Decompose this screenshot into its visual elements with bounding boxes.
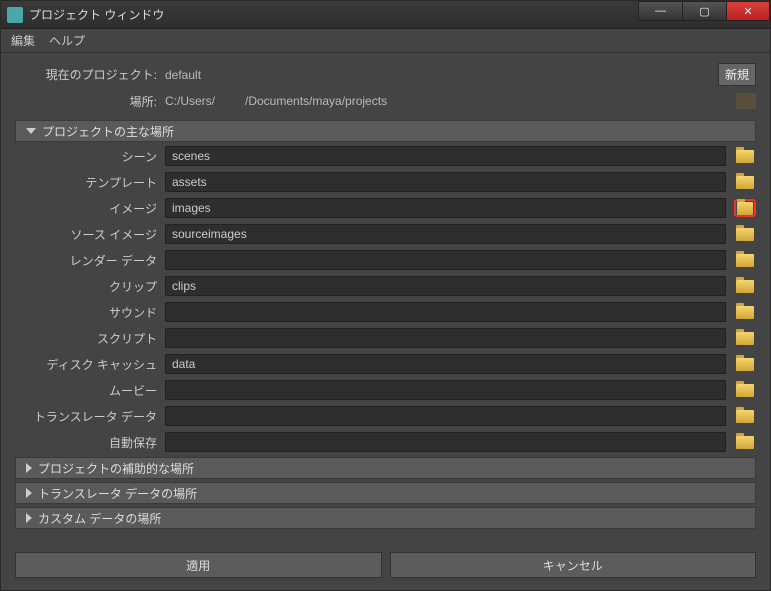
field-input[interactable] — [165, 302, 726, 322]
menubar: 編集 ヘルプ — [1, 29, 770, 53]
field-label: スクリプト — [15, 330, 165, 347]
chevron-down-icon — [26, 128, 36, 134]
field-row: スクリプト — [15, 327, 756, 349]
location-label: 場所: — [15, 93, 165, 110]
folder-icon — [736, 410, 754, 423]
field-input[interactable] — [165, 250, 726, 270]
field-input[interactable] — [165, 380, 726, 400]
folder-icon — [736, 384, 754, 397]
field-label: ムービー — [15, 382, 165, 399]
field-row: サウンド — [15, 301, 756, 323]
section-custom-label: カスタム データの場所 — [38, 510, 161, 527]
field-label: ディスク キャッシュ — [15, 356, 165, 373]
field-row: クリップ — [15, 275, 756, 297]
browse-folder-button[interactable] — [734, 329, 756, 347]
section-translator-label: トランスレータ データの場所 — [38, 485, 197, 502]
chevron-right-icon — [26, 463, 32, 473]
browse-folder-button[interactable] — [734, 355, 756, 373]
field-input[interactable] — [165, 328, 726, 348]
field-input[interactable] — [165, 224, 726, 244]
browse-folder-button[interactable] — [734, 303, 756, 321]
field-row: トランスレータ データ — [15, 405, 756, 427]
titlebar: プロジェクト ウィンドウ — ▢ ✕ — [1, 1, 770, 29]
chevron-right-icon — [26, 513, 32, 523]
browse-folder-button[interactable] — [734, 173, 756, 191]
field-label: シーン — [15, 148, 165, 165]
field-input[interactable] — [165, 406, 726, 426]
content-area: 現在のプロジェクト: default 新規 場所: C:/Users/ /Doc… — [1, 53, 770, 540]
new-project-button[interactable]: 新規 — [718, 63, 756, 86]
folder-icon — [736, 358, 754, 371]
window-title: プロジェクト ウィンドウ — [29, 6, 164, 23]
field-row: ムービー — [15, 379, 756, 401]
field-row: ソース イメージ — [15, 223, 756, 245]
folder-icon — [736, 436, 754, 449]
browse-folder-button[interactable] — [734, 199, 756, 217]
field-row: テンプレート — [15, 171, 756, 193]
field-label: クリップ — [15, 278, 165, 295]
menu-help[interactable]: ヘルプ — [49, 32, 85, 49]
field-row: レンダー データ — [15, 249, 756, 271]
primary-fields: シーンテンプレートイメージソース イメージレンダー データクリップサウンドスクリ… — [15, 145, 756, 457]
browse-folder-button[interactable] — [734, 225, 756, 243]
project-window: プロジェクト ウィンドウ — ▢ ✕ 編集 ヘルプ 現在のプロジェクト: def… — [0, 0, 771, 591]
folder-icon — [736, 176, 754, 189]
browse-folder-button[interactable] — [734, 277, 756, 295]
close-button[interactable]: ✕ — [726, 1, 770, 21]
folder-icon — [736, 306, 754, 319]
field-label: レンダー データ — [15, 252, 165, 269]
field-input[interactable] — [165, 432, 726, 452]
current-project-label: 現在のプロジェクト: — [15, 66, 165, 83]
folder-icon — [736, 150, 754, 163]
field-input[interactable] — [165, 276, 726, 296]
maximize-button[interactable]: ▢ — [682, 1, 726, 21]
folder-icon — [736, 332, 754, 345]
field-label: サウンド — [15, 304, 165, 321]
field-row: ディスク キャッシュ — [15, 353, 756, 375]
field-label: テンプレート — [15, 174, 165, 191]
section-secondary-locations[interactable]: プロジェクトの補助的な場所 — [15, 457, 756, 479]
field-input[interactable] — [165, 146, 726, 166]
browse-folder-button[interactable] — [734, 251, 756, 269]
folder-icon — [736, 93, 756, 109]
section-secondary-label: プロジェクトの補助的な場所 — [38, 460, 194, 477]
section-primary-locations[interactable]: プロジェクトの主な場所 — [15, 120, 756, 142]
field-label: イメージ — [15, 200, 165, 217]
folder-icon — [736, 280, 754, 293]
field-input[interactable] — [165, 354, 726, 374]
browse-folder-button[interactable] — [734, 407, 756, 425]
location-row: 場所: C:/Users/ /Documents/maya/projects — [15, 90, 756, 112]
field-input[interactable] — [165, 172, 726, 192]
folder-icon — [736, 228, 754, 241]
field-label: 自動保存 — [15, 434, 165, 451]
section-custom-locations[interactable]: カスタム データの場所 — [15, 507, 756, 529]
footer: 適用 キャンセル — [1, 540, 770, 590]
browse-folder-button[interactable] — [734, 433, 756, 451]
field-input[interactable] — [165, 198, 726, 218]
folder-icon — [736, 254, 754, 267]
field-row: イメージ — [15, 197, 756, 219]
field-row: 自動保存 — [15, 431, 756, 453]
chevron-right-icon — [26, 488, 32, 498]
field-row: シーン — [15, 145, 756, 167]
section-translator-locations[interactable]: トランスレータ データの場所 — [15, 482, 756, 504]
folder-icon — [737, 202, 753, 215]
apply-button[interactable]: 適用 — [15, 552, 382, 578]
minimize-button[interactable]: — — [638, 1, 682, 21]
browse-folder-button[interactable] — [734, 147, 756, 165]
menu-edit[interactable]: 編集 — [11, 32, 35, 49]
location-value: C:/Users/ /Documents/maya/projects — [165, 94, 387, 108]
current-project-value: default — [165, 68, 201, 82]
browse-folder-button[interactable] — [734, 381, 756, 399]
current-project-row: 現在のプロジェクト: default 新規 — [15, 63, 756, 86]
app-icon — [7, 7, 23, 23]
field-label: ソース イメージ — [15, 226, 165, 243]
field-label: トランスレータ データ — [15, 408, 165, 425]
window-controls: — ▢ ✕ — [638, 1, 770, 28]
section-primary-label: プロジェクトの主な場所 — [42, 123, 174, 140]
cancel-button[interactable]: キャンセル — [390, 552, 757, 578]
